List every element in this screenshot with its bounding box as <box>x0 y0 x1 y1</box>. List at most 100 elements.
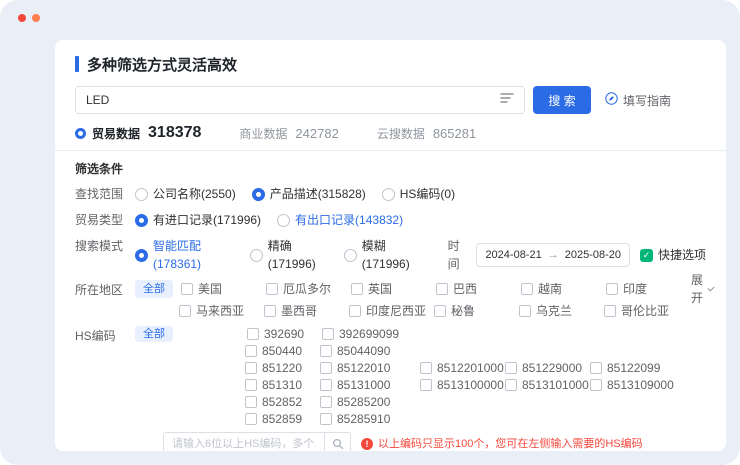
checkbox-item[interactable]: 85122010 <box>320 361 420 375</box>
radio-option-export-records[interactable]: 有出口记录(143832) <box>277 211 403 229</box>
radio-option-product-desc[interactable]: 产品描述(315828) <box>252 185 366 203</box>
radio-icon[interactable] <box>382 188 395 201</box>
checkbox-item[interactable]: 巴西 <box>436 282 521 296</box>
checkbox-item[interactable]: 8513101000 <box>505 378 590 392</box>
checkbox-item[interactable]: 哥伦比亚 <box>604 304 689 318</box>
radio-selected-icon[interactable] <box>135 214 148 227</box>
filter-lines-icon[interactable] <box>500 91 514 109</box>
checkbox-item[interactable]: 厄瓜多尔 <box>266 282 351 296</box>
checkbox[interactable] <box>519 305 531 317</box>
checkbox[interactable] <box>320 362 332 374</box>
checkbox-item[interactable]: 印度 <box>606 282 691 296</box>
hs-all-tag[interactable]: 全部 <box>135 326 173 342</box>
checkbox-item[interactable]: 392690 <box>247 327 322 341</box>
checkbox[interactable] <box>245 379 257 391</box>
radio-option-smart-match[interactable]: 智能匹配(178361) <box>135 237 234 273</box>
checkbox[interactable] <box>264 305 276 317</box>
checkbox[interactable] <box>505 362 517 374</box>
checkbox-item[interactable]: 8512201000 <box>420 361 505 375</box>
date-start[interactable]: 2024-08-21 <box>485 246 541 264</box>
checkbox-item[interactable]: 851229000 <box>505 361 590 375</box>
checkbox-item[interactable]: 85122099 <box>590 361 680 375</box>
checkbox-item[interactable]: 英国 <box>351 282 436 296</box>
checkbox[interactable] <box>320 396 332 408</box>
checkbox[interactable] <box>434 305 446 317</box>
checkbox[interactable] <box>590 379 602 391</box>
fill-guide-link[interactable]: 填写指南 <box>605 92 671 109</box>
checkbox-item[interactable]: 850440 <box>245 344 320 358</box>
checkbox[interactable] <box>245 413 257 425</box>
radio-icon[interactable] <box>277 214 290 227</box>
hs-code-grid: 85285985285910 <box>245 412 680 426</box>
checkbox[interactable] <box>606 283 618 295</box>
checkbox-item[interactable]: 墨西哥 <box>264 304 349 318</box>
checkbox[interactable] <box>320 379 332 391</box>
region-all-tag[interactable]: 全部 <box>135 280 173 298</box>
checkbox-item[interactable]: 851310 <box>245 378 320 392</box>
checkbox-item[interactable]: 851220 <box>245 361 320 375</box>
checkbox[interactable] <box>245 345 257 357</box>
checkbox[interactable] <box>179 305 191 317</box>
checkbox[interactable] <box>349 305 361 317</box>
checkbox-item[interactable]: 85285200 <box>320 395 420 409</box>
checkbox[interactable] <box>266 283 278 295</box>
checkbox-item[interactable]: 852859 <box>245 412 320 426</box>
date-end[interactable]: 2025-08-20 <box>565 246 621 264</box>
radio-label: 有出口记录(143832) <box>295 211 403 229</box>
radio-option-fuzzy[interactable]: 模糊(171996) <box>344 237 422 273</box>
checkbox[interactable] <box>590 362 602 374</box>
filter-row-label: HS编码 <box>75 327 135 345</box>
checkbox-item[interactable]: 85285910 <box>320 412 420 426</box>
expand-link[interactable]: 展开 <box>691 271 713 307</box>
checkbox-item[interactable]: 852852 <box>245 395 320 409</box>
checkbox-label: 巴西 <box>453 282 477 296</box>
checkbox[interactable] <box>420 379 432 391</box>
checkbox-label: 852852 <box>262 395 302 409</box>
checkbox[interactable] <box>320 413 332 425</box>
search-input[interactable]: LED <box>75 86 525 114</box>
date-range-picker[interactable]: 2024-08-21 → 2025-08-20 <box>476 243 630 267</box>
radio-option-hs-code[interactable]: HS编码(0) <box>382 185 455 203</box>
radio-icon[interactable] <box>250 249 263 262</box>
checkbox[interactable] <box>320 345 332 357</box>
checkbox[interactable] <box>351 283 363 295</box>
radio-selected-icon[interactable] <box>252 188 265 201</box>
hs-code-input[interactable] <box>164 433 324 451</box>
checkbox-item[interactable]: 85044090 <box>320 344 420 358</box>
radio-option-import-records[interactable]: 有进口记录(171996) <box>135 211 261 229</box>
hs-code-row: 8512208512201085122010008512290008512209… <box>135 361 706 375</box>
radio-icon[interactable] <box>135 188 148 201</box>
radio-icon[interactable] <box>344 249 357 262</box>
hs-footer: ! 以上编码只显示100个，您可在左侧输入需要的HS编码 <box>163 432 706 451</box>
search-button[interactable]: 搜 索 <box>533 86 591 114</box>
radio-selected-icon[interactable] <box>135 249 148 262</box>
checkbox-item[interactable]: 乌克兰 <box>519 304 604 318</box>
checkbox[interactable] <box>181 283 193 295</box>
checkbox-item[interactable]: 85131000 <box>320 378 420 392</box>
app-window: 多种筛选方式灵活高效 LED 搜 索 填写指南 贸易数据 318378 <box>0 0 740 465</box>
tab-business-data[interactable]: 商业数据 242782 <box>239 125 338 142</box>
checkbox-item[interactable]: 美国 <box>181 282 266 296</box>
checkbox-item[interactable]: 马来西亚 <box>179 304 264 318</box>
checkbox[interactable] <box>245 362 257 374</box>
checkbox[interactable] <box>436 283 448 295</box>
checkbox-item[interactable]: 392699099 <box>322 327 422 341</box>
checkbox-item[interactable]: 越南 <box>521 282 606 296</box>
checkbox-item[interactable]: 秘鲁 <box>434 304 519 318</box>
checkbox[interactable] <box>322 328 334 340</box>
checkbox-item[interactable]: 8513100000 <box>420 378 505 392</box>
checkbox[interactable] <box>521 283 533 295</box>
checkbox[interactable] <box>245 396 257 408</box>
checkbox[interactable] <box>420 362 432 374</box>
tab-cloud-search-data[interactable]: 云搜数据 865281 <box>377 125 476 142</box>
checkbox-item[interactable]: 8513109000 <box>590 378 680 392</box>
search-icon[interactable] <box>324 433 350 451</box>
checkbox[interactable] <box>505 379 517 391</box>
radio-option-exact[interactable]: 精确(171996) <box>250 237 328 273</box>
checkbox[interactable] <box>604 305 616 317</box>
checkbox[interactable] <box>247 328 259 340</box>
radio-option-company-name[interactable]: 公司名称(2550) <box>135 185 236 203</box>
checkbox-item[interactable]: 印度尼西亚 <box>349 304 434 318</box>
tab-trade-data[interactable]: 贸易数据 318378 <box>75 124 201 142</box>
quick-options-button[interactable]: ✓ 快捷选项 <box>640 246 706 264</box>
